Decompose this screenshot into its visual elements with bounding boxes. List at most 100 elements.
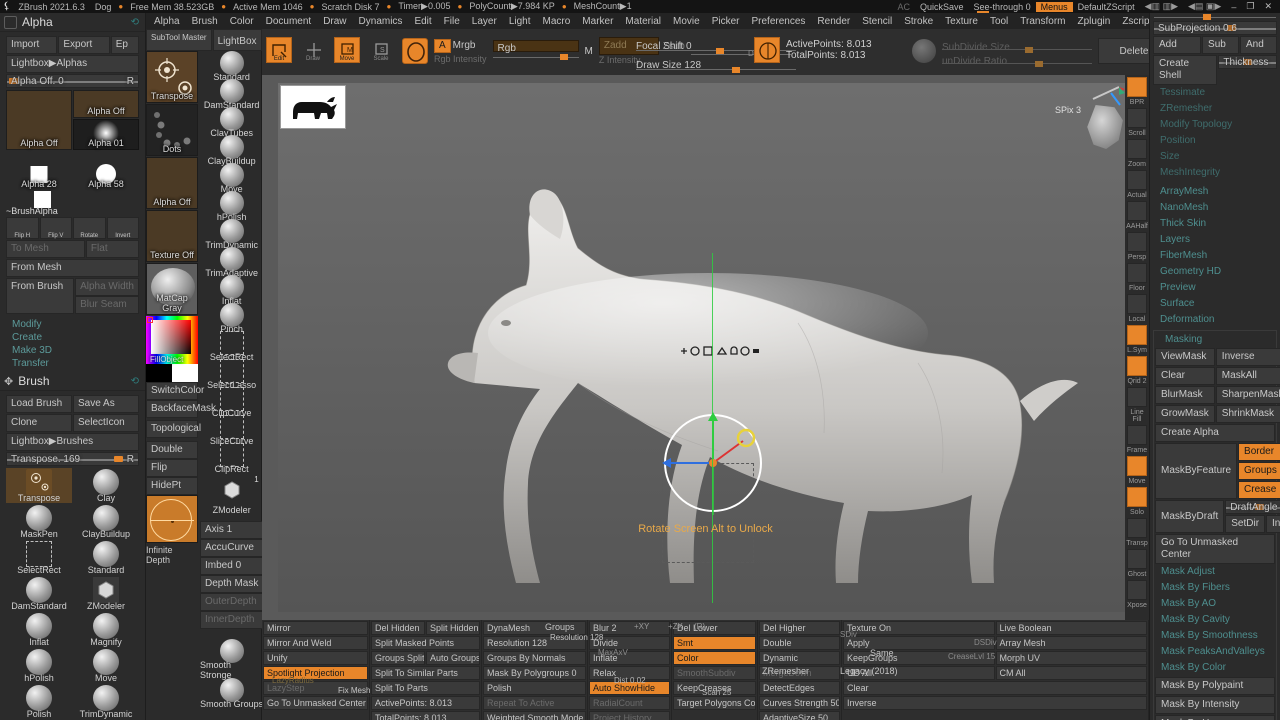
topological-button[interactable]: Topological xyxy=(146,420,201,438)
alpha-export-button[interactable]: Export xyxy=(58,36,110,54)
dynamic-button[interactable]: Dynamic xyxy=(759,651,840,665)
draw-button[interactable]: Draw xyxy=(300,37,326,63)
greyed-link[interactable]: Modify Topology xyxy=(1150,117,1280,133)
depth-mask-button[interactable]: Depth Mask xyxy=(200,575,264,593)
legacy-button[interactable]: Legacy (2018) xyxy=(840,666,898,676)
split-hidden-button[interactable]: Split Hidden xyxy=(426,621,480,635)
alpha-make3d-link[interactable]: Make 3D xyxy=(6,344,139,357)
subtool-master-button[interactable]: SubTool Master xyxy=(146,29,212,51)
alpha-ep-button[interactable]: Ep xyxy=(110,36,139,54)
stroke-thumb[interactable]: Dots xyxy=(146,104,198,156)
rgb-intensity-label[interactable]: Rgb Intensity xyxy=(434,54,487,64)
menu-item[interactable]: Dynamics xyxy=(353,16,409,27)
quick-brush-item[interactable]: Move xyxy=(200,163,263,194)
vtool-local[interactable]: Local xyxy=(1125,294,1149,323)
half-button[interactable]: Double xyxy=(759,636,840,650)
brush-item[interactable]: TrimDynamic xyxy=(73,684,139,719)
select-icon-button[interactable]: SelectIcon xyxy=(73,414,139,432)
live-boolean-button[interactable]: Live Boolean xyxy=(995,621,1147,635)
menu-item[interactable]: Marker xyxy=(576,16,619,27)
quick-brush-item[interactable]: TrimAdaptive xyxy=(200,247,263,278)
brush-item[interactable]: SelectRect xyxy=(6,540,72,575)
clone-brush-button[interactable]: Clone xyxy=(6,414,72,432)
zmodeler-item[interactable]: 1 ZModeler xyxy=(200,475,263,515)
menus-button[interactable]: Menus xyxy=(1035,1,1073,12)
vtool-zoom[interactable]: Zoom xyxy=(1125,139,1149,168)
brush-item[interactable]: Clay xyxy=(73,468,139,503)
vtool-solo[interactable]: Solo xyxy=(1125,487,1149,516)
to-mesh-button[interactable]: To Mesh xyxy=(6,240,85,258)
brush-item[interactable]: Inflat xyxy=(6,612,72,647)
mask-grid-button[interactable]: BlurMask xyxy=(1155,386,1215,404)
mask-link[interactable]: Mask By Color xyxy=(1155,660,1275,676)
mask-link[interactable]: Mask By Cavity xyxy=(1155,612,1275,628)
alpha-transfer-link[interactable]: Transfer xyxy=(6,357,139,370)
mask-grid-button[interactable]: Clear xyxy=(1155,367,1215,385)
current-brush-thumb[interactable]: Transpose xyxy=(146,51,198,103)
menu-item[interactable]: Layer xyxy=(466,16,503,27)
vtool-xpose[interactable]: Xpose xyxy=(1125,580,1149,609)
subpalette-link[interactable]: Preview xyxy=(1150,280,1280,296)
alpha-swatch-01[interactable]: Alpha 01 xyxy=(73,119,139,150)
inverse-button[interactable]: Inverse xyxy=(843,696,1147,710)
transpose-gizmo[interactable] xyxy=(658,408,768,518)
cm-all-button[interactable]: CM All xyxy=(995,666,1147,680)
menu-item[interactable]: Material xyxy=(619,16,667,27)
menu-item[interactable]: Brush xyxy=(186,16,224,27)
mask-link[interactable]: Mask By Fibers xyxy=(1155,580,1275,596)
go-to-unmasked-center-button[interactable]: Go To Unmasked Center xyxy=(263,696,368,710)
accucurve-button[interactable]: AccuCurve xyxy=(200,539,264,557)
alpha-swatch-off-small[interactable]: Alpha Off xyxy=(73,90,139,118)
setdir-button[interactable]: SetDir xyxy=(1225,515,1266,533)
focal-shift-preview[interactable] xyxy=(146,495,198,543)
flip-button[interactable]: Flip xyxy=(146,459,198,477)
infinite-depth-label[interactable]: Infinite Depth xyxy=(146,543,198,565)
flat-button[interactable]: Flat xyxy=(85,240,139,258)
alpha-modify-link[interactable]: Modify xyxy=(6,318,139,331)
alpha-thumb[interactable]: Alpha Off xyxy=(146,157,198,209)
lazyradius-slider[interactable]: LazyRadius xyxy=(272,676,314,685)
texture-on-button[interactable]: Texture On xyxy=(843,621,995,635)
double-button[interactable]: Double xyxy=(146,441,198,459)
brush-lightbox-button[interactable]: Lightbox▶Brushes xyxy=(6,433,139,451)
minimize-icon[interactable]: – xyxy=(1226,2,1241,12)
quick-brush-item[interactable]: Inflat xyxy=(200,275,263,306)
quick-brush-item[interactable]: hPolish xyxy=(200,191,263,222)
greyed-link[interactable]: Position xyxy=(1150,133,1280,149)
detectedges-button[interactable]: DetectEdges xyxy=(759,681,840,695)
thickness-slider[interactable]: Thickness 4 xyxy=(1218,55,1277,69)
alpha-swatch-58[interactable]: Alpha 58 xyxy=(73,162,139,190)
menu-item[interactable]: Light xyxy=(503,16,537,27)
menu-item[interactable]: Color xyxy=(224,16,260,27)
imbed-slider[interactable]: Imbed 0 xyxy=(200,557,264,575)
greyed-link[interactable]: ZRemesher xyxy=(1150,101,1280,117)
mask-button[interactable]: Mask By Intensity xyxy=(1155,696,1275,714)
alpha-palette-header[interactable]: Alpha ⟲ xyxy=(0,13,145,32)
refresh-icon[interactable]: ⟲ xyxy=(131,17,145,28)
subpalette-link[interactable]: Geometry HD xyxy=(1150,264,1280,280)
vtool-qgrid[interactable]: Qrid 2 xyxy=(1125,356,1149,385)
menu-item[interactable]: Render xyxy=(811,16,856,27)
menu-item[interactable]: File xyxy=(438,16,466,27)
viewport-3d[interactable]: SPix 3 Rotate Screen Alt to Unlock xyxy=(278,83,1133,612)
brush-item[interactable]: Polish xyxy=(6,684,72,719)
quicksave-button[interactable]: QuickSave xyxy=(915,2,969,12)
brush-item[interactable]: Standard xyxy=(73,540,139,575)
mask-border-button[interactable]: Border xyxy=(1238,443,1280,461)
invdir-button[interactable]: InvDir xyxy=(1266,515,1280,533)
mask-grid-button[interactable]: ViewMask xyxy=(1155,348,1215,366)
maxax-slider[interactable]: MaxAxV xyxy=(598,648,628,657)
dist-slider[interactable]: Dist 0.02 xyxy=(614,676,646,685)
morph-uv-button[interactable]: Morph UV xyxy=(995,651,1147,665)
menu-item[interactable]: Macro xyxy=(537,16,577,27)
menu-item[interactable]: Draw xyxy=(317,16,352,27)
smooth-brush-item[interactable]: Smooth Groups xyxy=(200,678,263,709)
mask-crease-button[interactable]: Crease xyxy=(1238,481,1280,499)
vtool-floor[interactable]: Floor xyxy=(1125,263,1149,292)
alpha-off-slider[interactable]: Alpha Off. 0 R xyxy=(6,74,139,88)
mask-link[interactable]: Mask Adjust xyxy=(1155,564,1275,580)
vtool-actual[interactable]: Actual xyxy=(1125,170,1149,199)
subpalette-link[interactable]: NanoMesh xyxy=(1150,200,1280,216)
alpha-swatch-28[interactable]: Alpha 28 xyxy=(6,162,72,190)
adaptivesize-slider[interactable]: AdaptiveSize 50 xyxy=(759,711,840,720)
